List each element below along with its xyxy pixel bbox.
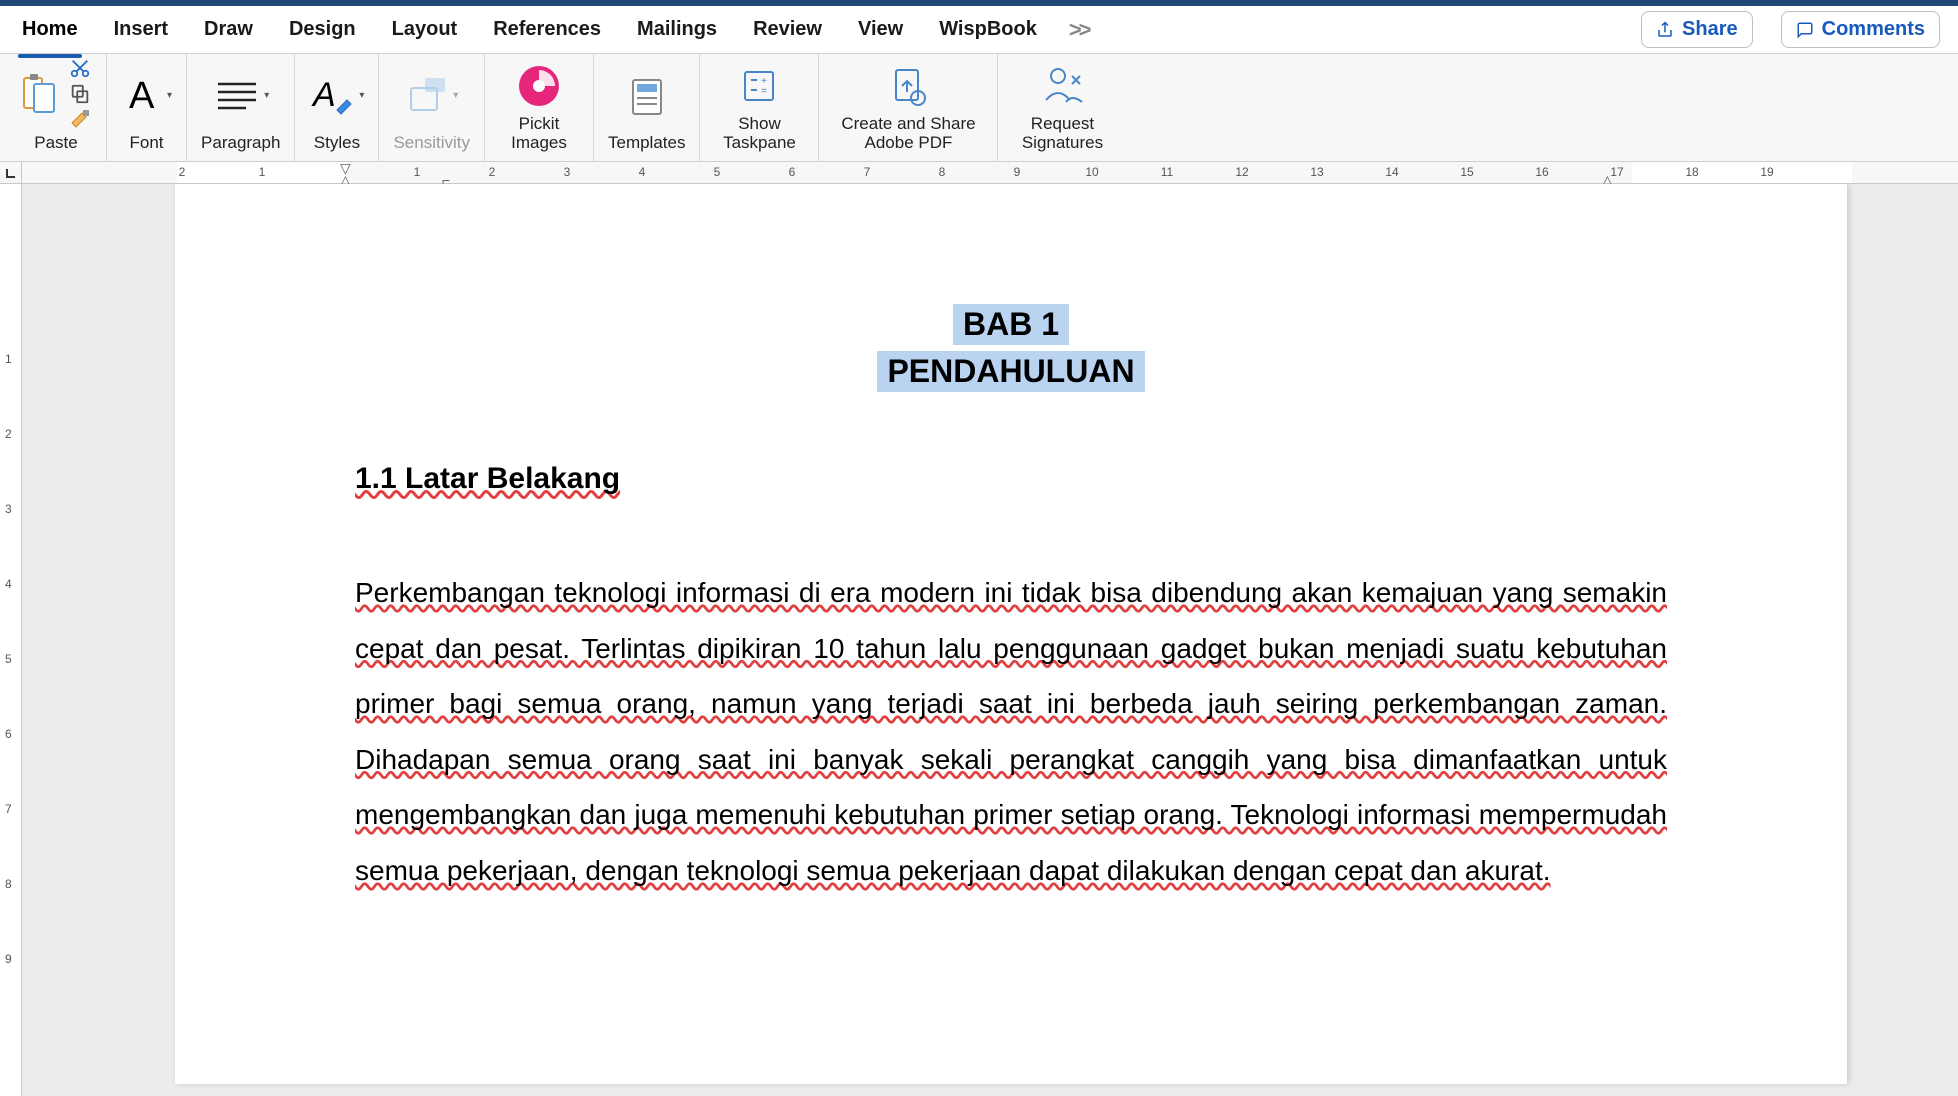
ruler-num: 4 [5, 577, 12, 591]
ruler-num: 11 [1161, 165, 1173, 179]
ruler-num: 5 [5, 652, 12, 666]
group-pickit: Pickit Images [485, 54, 594, 161]
tabs-overflow-icon[interactable]: >> [1069, 17, 1089, 43]
group-label-taskpane: Show Taskpane [714, 114, 804, 153]
share-button[interactable]: Share [1641, 11, 1753, 48]
ruler-num: 13 [1310, 165, 1323, 179]
ruler-num: 6 [789, 165, 796, 179]
page[interactable]: BAB 1 PENDAHULUAN 1.1 Latar Belakang Per… [175, 184, 1847, 1084]
svg-text:A: A [129, 75, 155, 117]
group-adobe: Create and Share Adobe PDF [819, 54, 998, 161]
section-heading[interactable]: 1.1 Latar Belakang [355, 462, 1667, 496]
copy-icon[interactable] [69, 83, 91, 105]
ruler-num: 16 [1535, 165, 1548, 179]
paste-button[interactable] [20, 72, 62, 116]
tab-home[interactable]: Home [18, 10, 82, 49]
group-signatures: Request Signatures [998, 54, 1126, 161]
comment-icon [1796, 21, 1814, 39]
group-styles: A ▾ Styles [295, 54, 379, 161]
comments-button[interactable]: Comments [1781, 11, 1940, 48]
ruler-num: 14 [1385, 165, 1398, 179]
group-label-font: Font [130, 133, 164, 153]
document-area[interactable]: BAB 1 PENDAHULUAN 1.1 Latar Belakang Per… [22, 184, 1958, 1096]
group-sensitivity: ▾ Sensitivity [379, 54, 485, 161]
group-font: A ▾ Font [107, 54, 187, 161]
vertical-ruler[interactable]: 1 2 3 4 5 6 7 8 9 [0, 184, 22, 1096]
share-icon [1656, 21, 1674, 39]
chevron-down-icon: ▾ [359, 90, 364, 101]
chapter-title[interactable]: PENDAHULUAN [355, 351, 1667, 392]
comments-label: Comments [1822, 18, 1925, 41]
ruler-num: 1 [5, 352, 12, 366]
ribbon: Paste A ▾ Font ▾ Paragraph A ▾ Styles [0, 54, 1958, 162]
ruler-num: 8 [5, 877, 12, 891]
tab-draw[interactable]: Draw [200, 10, 257, 49]
ruler-num: 6 [5, 727, 12, 741]
ruler-num: 15 [1460, 165, 1473, 179]
sensitivity-button[interactable]: ▾ [405, 74, 458, 118]
ruler-num: 12 [1235, 165, 1248, 179]
templates-button[interactable] [625, 74, 669, 118]
tab-view[interactable]: View [854, 10, 907, 49]
ruler-num: 8 [939, 165, 946, 179]
tab-insert[interactable]: Insert [110, 10, 172, 49]
ruler-num: 1 [414, 165, 421, 179]
ruler-num: 7 [864, 165, 871, 179]
tab-mailings[interactable]: Mailings [633, 10, 721, 49]
ruler-corner[interactable] [0, 162, 22, 184]
share-label: Share [1682, 18, 1738, 41]
group-label-adobe: Create and Share Adobe PDF [833, 114, 983, 153]
chevron-down-icon: ▾ [453, 90, 458, 101]
svg-text:=: = [761, 86, 767, 97]
ruler-num: 2 [5, 427, 12, 441]
ruler-num: 7 [5, 802, 12, 816]
group-templates: Templates [594, 54, 700, 161]
font-button[interactable]: A ▾ [121, 74, 172, 118]
tab-references[interactable]: References [489, 10, 605, 49]
styles-button[interactable]: A ▾ [309, 74, 364, 118]
group-label-signatures: Request Signatures [1012, 114, 1112, 153]
ruler-num: 4 [639, 165, 646, 179]
ribbon-tabs: Home Insert Draw Design Layout Reference… [0, 6, 1958, 54]
ruler-num: 2 [489, 165, 496, 179]
chevron-down-icon: ▾ [264, 90, 269, 101]
tab-review[interactable]: Review [749, 10, 826, 49]
chapter-number[interactable]: BAB 1 [355, 304, 1667, 345]
chevron-down-icon: ▾ [167, 90, 172, 101]
group-label-paragraph: Paragraph [201, 133, 280, 153]
group-clipboard: Paste [6, 54, 107, 161]
ruler-num: 10 [1085, 165, 1098, 179]
ruler-num: 19 [1760, 165, 1773, 179]
tab-stop-icon [4, 166, 18, 180]
group-label-templates: Templates [608, 133, 685, 153]
ruler-num: 5 [714, 165, 721, 179]
svg-text:A: A [311, 76, 336, 114]
signatures-button[interactable] [1038, 64, 1086, 108]
format-painter-icon[interactable] [68, 109, 92, 131]
group-label-styles: Styles [314, 133, 360, 153]
group-paragraph: ▾ Paragraph [187, 54, 295, 161]
tab-layout[interactable]: Layout [388, 10, 462, 49]
cut-icon[interactable] [69, 57, 91, 79]
ruler-num: 9 [5, 952, 12, 966]
body-paragraph[interactable]: Perkembangan teknologi informasi di era … [355, 566, 1667, 900]
group-label-sensitivity: Sensitivity [393, 133, 470, 153]
ruler-num: 3 [5, 502, 12, 516]
horizontal-ruler[interactable]: 2 1 1 2 3 4 5 6 7 8 9 10 11 12 13 14 15 … [22, 162, 1958, 184]
pickit-button[interactable] [515, 62, 563, 110]
adobe-pdf-button[interactable] [886, 64, 930, 108]
ruler-num: 2 [179, 165, 186, 179]
group-taskpane: += Show Taskpane [700, 54, 819, 161]
group-label-paste: Paste [34, 133, 77, 153]
ruler-num: 18 [1685, 165, 1698, 179]
ruler-num: 9 [1014, 165, 1021, 179]
ruler-num: 1 [259, 165, 266, 179]
ruler-num: 3 [564, 165, 571, 179]
group-label-pickit: Pickit Images [499, 114, 579, 153]
tab-wispbook[interactable]: WispBook [935, 10, 1041, 49]
paragraph-button[interactable]: ▾ [212, 78, 269, 114]
taskpane-button[interactable]: += [737, 64, 781, 108]
tab-design[interactable]: Design [285, 10, 360, 49]
